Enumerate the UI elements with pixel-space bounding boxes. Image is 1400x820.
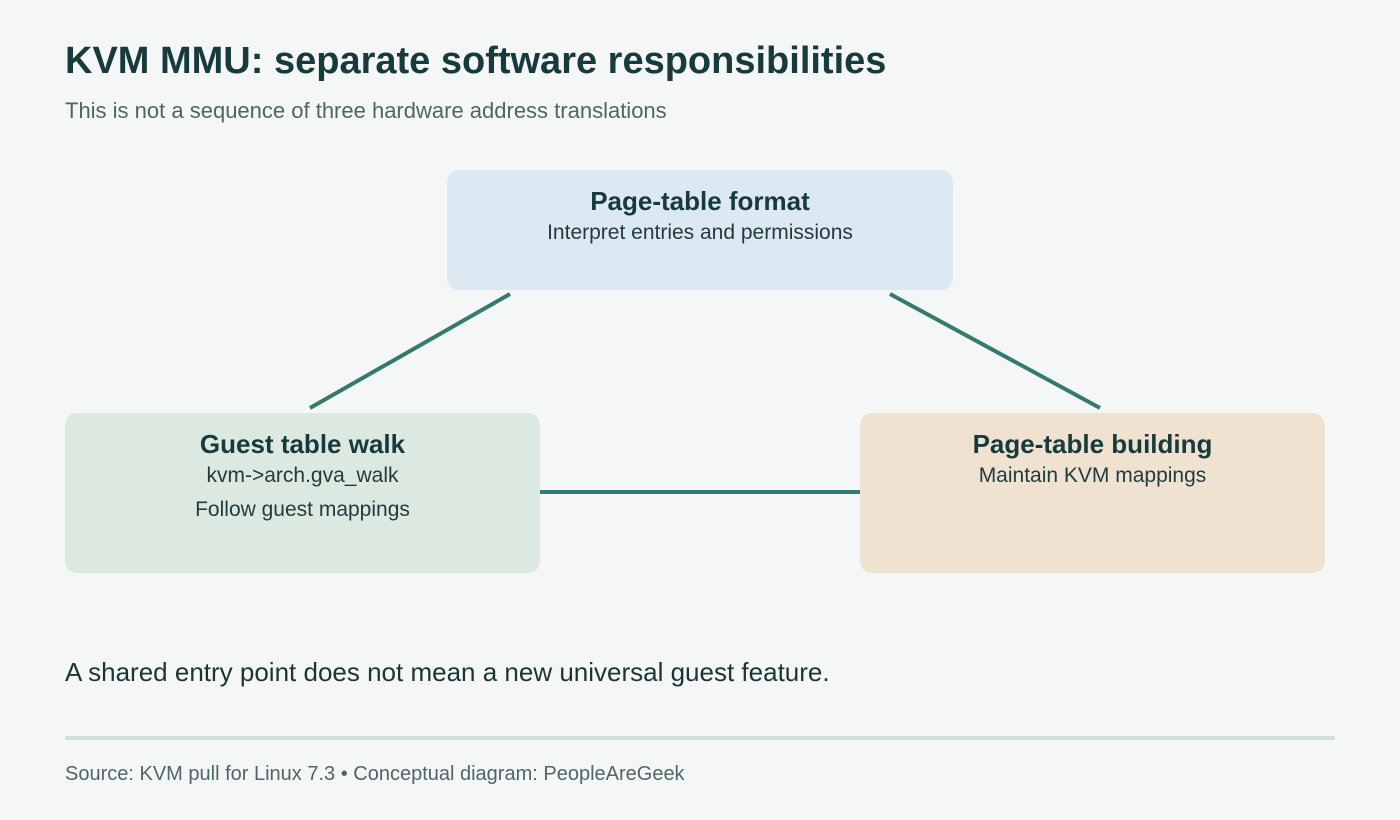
- connector-lines: [309, 292, 1101, 494]
- divider: [65, 736, 1335, 740]
- edge-format-walk: [309, 292, 511, 410]
- node-title: Page-table format: [590, 186, 810, 216]
- node-description: Follow guest mappings: [195, 498, 410, 521]
- source-credit: Source: KVM pull for Linux 7.3 • Concept…: [65, 763, 685, 785]
- node-page-table-format: Page-table format Interpret entries and …: [447, 170, 953, 290]
- node-page-table-building: Page-table building Maintain KVM mapping…: [860, 413, 1325, 573]
- node-description: Maintain KVM mappings: [978, 464, 1207, 487]
- node-description: Interpret entries and permissions: [547, 221, 853, 244]
- footnote-statement: A shared entry point does not mean a new…: [65, 657, 830, 687]
- edge-format-build: [889, 292, 1101, 410]
- node-title: Page-table building: [972, 429, 1213, 459]
- node-guest-table-walk: Guest table walk kvm->arch.gva_walk Foll…: [65, 413, 540, 573]
- node-title: Guest table walk: [199, 429, 406, 459]
- node-code-identifier: kvm->arch.gva_walk: [206, 464, 399, 487]
- diagram-canvas: KVM MMU: separate software responsibilit…: [0, 0, 1400, 820]
